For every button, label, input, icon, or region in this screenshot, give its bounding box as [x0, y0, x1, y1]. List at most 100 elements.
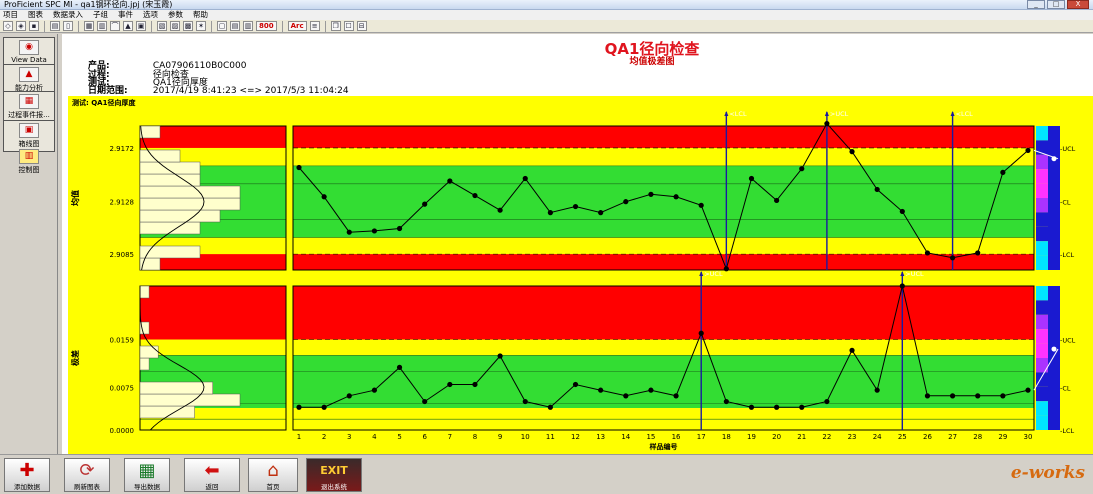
exit-button[interactable]: EXIT 退出系统 [306, 458, 362, 492]
x-tick-label: 9 [498, 433, 502, 441]
refresh-icon: ⟳ [79, 460, 95, 481]
date-row: 日期范围: 2017/4/19 8:41:23 <=> 2017/5/3 11:… [88, 87, 349, 96]
export-button[interactable]: ▦ 导出数据 [124, 458, 170, 492]
filter-icon[interactable]: ≡ [309, 21, 320, 31]
capability-icon: ▲ [19, 67, 39, 82]
xbar-annotation-arrow [824, 111, 829, 116]
grid-icon[interactable]: ▥ [97, 21, 107, 31]
table-icon[interactable]: ▦ [84, 21, 94, 31]
range-right-label-lcl: -LCL [1060, 427, 1075, 435]
menu-item-data-entry[interactable]: 数据录入 [53, 10, 83, 20]
xbar-data-point [723, 266, 729, 272]
x-tick-label: 19 [747, 433, 756, 441]
xbar-status-segment [1036, 255, 1048, 270]
xbar-status-segment [1036, 212, 1048, 227]
range-data-point [623, 393, 629, 399]
x-tick-label: 25 [898, 433, 907, 441]
xbar-status-segment [1036, 169, 1048, 184]
x-tick-label: 17 [697, 433, 706, 441]
sidebar-item-boxplot[interactable]: ▣ 箱线图 [3, 120, 55, 152]
copy-icon[interactable]: ❐ [330, 21, 341, 31]
chart-canvas: 测试: QA1径向厚度 2.9172 2.9128 2.9085 均值 -UCL -CL -L… [70, 98, 1076, 451]
sidebar-item-view-data[interactable]: ◉ View Data [3, 37, 55, 67]
title-bar: ProFicient SPC MI - qa1钢环径向.jpj (宋玉霞) _ … [0, 0, 1093, 10]
boxplot-tool-icon[interactable]: ▣ [136, 21, 146, 31]
x-tick-label: 15 [646, 433, 655, 441]
range-data-point [547, 404, 553, 410]
cascade-icon[interactable]: ⊟ [356, 21, 367, 31]
split-icon[interactable]: ▥ [243, 21, 253, 31]
xbar-zone-warning-upper [293, 147, 1034, 166]
menu-item-parameters[interactable]: 参数 [168, 10, 183, 20]
xbar-histogram-bar [139, 161, 201, 175]
xbar-annotation-label: <LCL [956, 110, 974, 118]
menu-item-help[interactable]: 帮助 [193, 10, 208, 20]
capability-tool-icon[interactable]: ▨ [170, 21, 180, 31]
folder-icon[interactable]: ◈ [16, 21, 26, 31]
range-data-point [949, 393, 956, 399]
xbar-data-point [598, 210, 604, 216]
sidebar-item-label: View Data [11, 56, 47, 64]
view-data-icon: ◉ [19, 40, 39, 55]
xbar-histogram-bar [139, 173, 201, 187]
test-title: 测试: QA1径向厚度 [72, 98, 136, 107]
menu-item-project[interactable]: 项目 [3, 10, 18, 20]
button-label: 退出系统 [321, 483, 347, 491]
scatter-icon[interactable]: ✶ [196, 21, 206, 31]
button-label: 刷新图表 [74, 483, 100, 491]
button-label: 导出数据 [134, 483, 160, 491]
print-icon[interactable]: ▤ [50, 21, 60, 31]
add-data-button[interactable]: ✚ 添加数据 [4, 458, 50, 492]
pareto-icon[interactable]: ▩ [183, 21, 193, 31]
menu-item-options[interactable]: 选项 [143, 10, 158, 20]
save-icon[interactable]: ▪ [29, 21, 39, 31]
range-data-point [924, 393, 931, 399]
tile-icon[interactable]: ☐ [343, 21, 354, 31]
refresh-button[interactable]: ⟳ 刷新图表 [64, 458, 110, 492]
menu-item-subgroup[interactable]: 子组 [93, 10, 108, 20]
range-data-point [673, 393, 679, 399]
button-label: 返回 [205, 483, 219, 491]
xbar-data-point [497, 207, 503, 213]
text-button-arc[interactable]: Arc [287, 21, 307, 31]
range-y-tick-label: 0.0000 [110, 427, 135, 435]
range-data-point [774, 404, 780, 410]
minimize-button[interactable]: _ [1027, 0, 1045, 9]
menu-bar: 项目 图表 数据录入 子组 事件 选项 参数 帮助 [0, 10, 1093, 20]
sidebar-item-control-chart[interactable]: ▥ 控制图 [3, 149, 55, 175]
line-chart-icon[interactable]: ⌒ [110, 21, 120, 31]
home-button[interactable]: ⌂ 首页 [248, 458, 298, 492]
xbar-data-point [472, 192, 478, 199]
range-data-point [296, 404, 302, 410]
histogram-icon[interactable]: ▲ [123, 21, 133, 31]
back-button[interactable]: ⬅ 返回 [184, 458, 240, 492]
sidebar-item-process-event[interactable]: ▦ 过程事件报... [3, 91, 55, 123]
xbar-data-point [623, 199, 629, 205]
toolbar: ◇ ◈ ▪ ▤ ▯ ▦ ▥ ⌒ ▲ ▣ ▧ ▨ ▩ ✶ ▢ ▤ ▥ 800 Ar… [0, 20, 1093, 33]
toolbar-divider [78, 20, 79, 32]
xbar-data-point [899, 208, 905, 215]
text-button-800[interactable]: 800 [256, 21, 277, 31]
window-icon[interactable]: ▢ [217, 21, 227, 31]
x-tick-label: 11 [546, 433, 555, 441]
maximize-button[interactable]: □ [1047, 0, 1065, 9]
menu-item-event[interactable]: 事件 [118, 10, 133, 20]
preview-icon[interactable]: ▯ [63, 21, 73, 31]
report-icon[interactable]: ▧ [157, 21, 167, 31]
xbar-y-tick-label: 2.9085 [110, 251, 135, 259]
xbar-histogram-bar [139, 125, 161, 139]
open-icon[interactable]: ◇ [3, 21, 13, 31]
range-data-point [849, 347, 855, 353]
layout-icon[interactable]: ▤ [230, 21, 240, 31]
close-button[interactable]: X [1067, 0, 1089, 9]
toolbar-divider [151, 20, 152, 32]
button-label: 首页 [266, 483, 280, 491]
xbar-status-segment [1036, 241, 1048, 256]
xbar-data-point [648, 191, 654, 197]
menu-item-chart[interactable]: 图表 [28, 10, 43, 20]
range-zone-warning-upper [293, 339, 1034, 356]
sidebar-item-label: 箱线图 [18, 140, 40, 148]
range-data-point [698, 330, 704, 336]
xbar-data-point [547, 210, 553, 216]
range-right-label-cl: -CL [1060, 384, 1071, 392]
